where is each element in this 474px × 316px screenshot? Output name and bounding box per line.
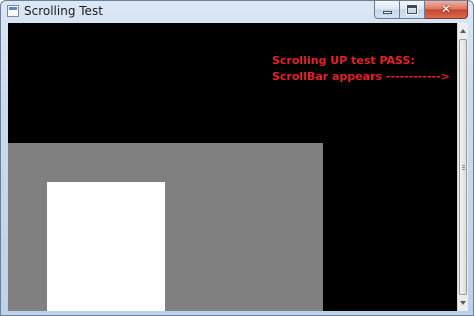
grip-line-icon	[462, 167, 465, 168]
window-title: Scrolling Test	[24, 4, 103, 18]
scrollbar-thumb[interactable]	[459, 39, 467, 295]
app-window: Scrolling Test ✕ Scrolling UP test PASS:…	[0, 0, 474, 316]
status-text-line-1: Scrolling UP test PASS:	[272, 54, 415, 67]
client-area[interactable]: Scrolling UP test PASS: ScrollBar appear…	[8, 23, 457, 311]
scroll-down-arrow-icon[interactable]	[458, 296, 468, 310]
app-icon[interactable]	[7, 5, 19, 17]
status-text-line-2: ScrollBar appears ------------>	[272, 70, 450, 83]
close-icon: ✕	[440, 2, 452, 16]
close-button[interactable]: ✕	[425, 1, 468, 19]
maximize-icon	[406, 4, 418, 15]
window-controls: ✕	[374, 1, 468, 20]
minimize-button[interactable]	[374, 1, 400, 19]
white-panel	[47, 182, 165, 311]
maximize-button[interactable]	[400, 1, 425, 19]
scroll-up-arrow-icon[interactable]	[458, 24, 468, 38]
title-bar[interactable]: Scrolling Test ✕	[1, 1, 473, 23]
minimize-icon	[383, 11, 392, 14]
grip-line-icon	[462, 169, 465, 170]
vertical-scrollbar[interactable]	[457, 23, 468, 311]
grip-line-icon	[462, 165, 465, 166]
